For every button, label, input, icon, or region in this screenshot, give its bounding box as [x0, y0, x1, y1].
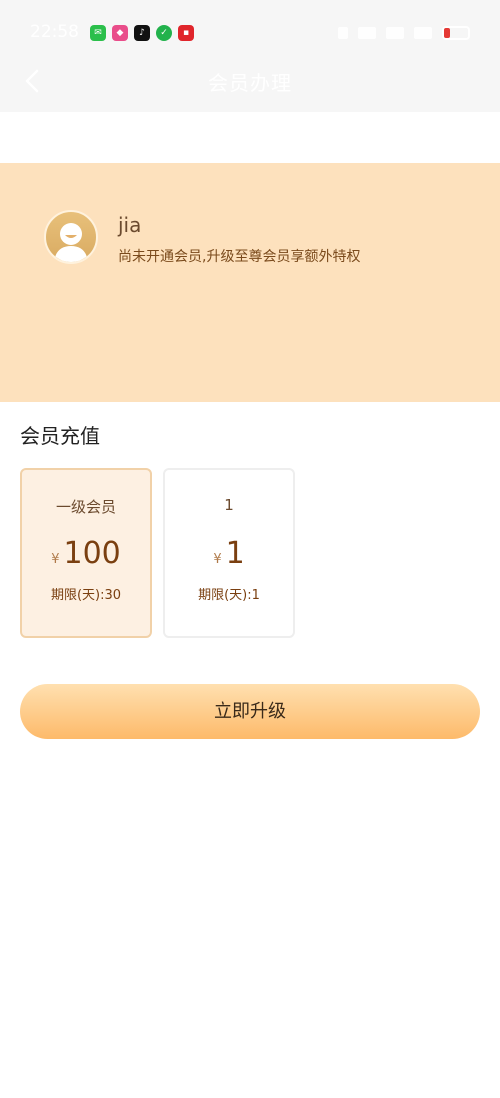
- status-bar: 22:58 ✉ ◆ ♪ ✓ ▪: [0, 18, 500, 48]
- security-shield-icon: ✓: [156, 25, 172, 41]
- currency-symbol: ¥: [51, 552, 60, 567]
- avatar[interactable]: [44, 210, 98, 264]
- plan-card-1[interactable]: 1 ¥ 1 期限(天):1: [163, 468, 295, 638]
- plan-price: ¥ 1: [165, 536, 293, 571]
- wechat-icon: ✉: [90, 25, 106, 41]
- tiktok-icon: ♪: [134, 25, 150, 41]
- status-app-icons: ✉ ◆ ♪ ✓ ▪: [90, 25, 194, 41]
- battery-level: [444, 28, 450, 38]
- nav-bar: 会员办理: [0, 58, 500, 104]
- plan-card-level-1[interactable]: 一级会员 ¥ 100 期限(天):30: [20, 468, 152, 638]
- vibrate-icon: [338, 27, 348, 39]
- plan-name: 一级会员: [55, 498, 116, 516]
- wifi-icon: [358, 27, 376, 39]
- tmall-11-11-icon: ▪: [178, 25, 194, 41]
- shopping-app-icon: ◆: [112, 25, 128, 41]
- upgrade-now-button[interactable]: 立即升级: [20, 684, 480, 739]
- plan-period: 期限(天):30: [50, 588, 122, 603]
- section-title-recharge: 会员充值: [20, 424, 100, 448]
- status-system-icons: [338, 26, 470, 40]
- membership-status-text: 尚未开通会员,升级至尊会员享额外特权: [118, 249, 361, 265]
- user-info-card: jia 尚未开通会员,升级至尊会员享额外特权: [0, 163, 500, 402]
- signal-icon: [386, 27, 404, 39]
- plan-period: 期限(天):1: [198, 588, 260, 603]
- top-header: 22:58 ✉ ◆ ♪ ✓ ▪ 会员办理: [0, 0, 500, 112]
- status-time: 22:58: [30, 22, 79, 42]
- signal-2-icon: [414, 27, 432, 39]
- plan-name: 1: [224, 496, 234, 514]
- user-name: jia: [118, 213, 142, 237]
- default-avatar-icon: [54, 223, 88, 262]
- plan-amount: 100: [63, 536, 121, 571]
- plan-price: ¥ 100: [22, 536, 150, 571]
- page-title: 会员办理: [208, 71, 292, 95]
- currency-symbol: ¥: [213, 552, 222, 567]
- battery-icon: [442, 26, 470, 40]
- plan-amount: 1: [225, 536, 245, 571]
